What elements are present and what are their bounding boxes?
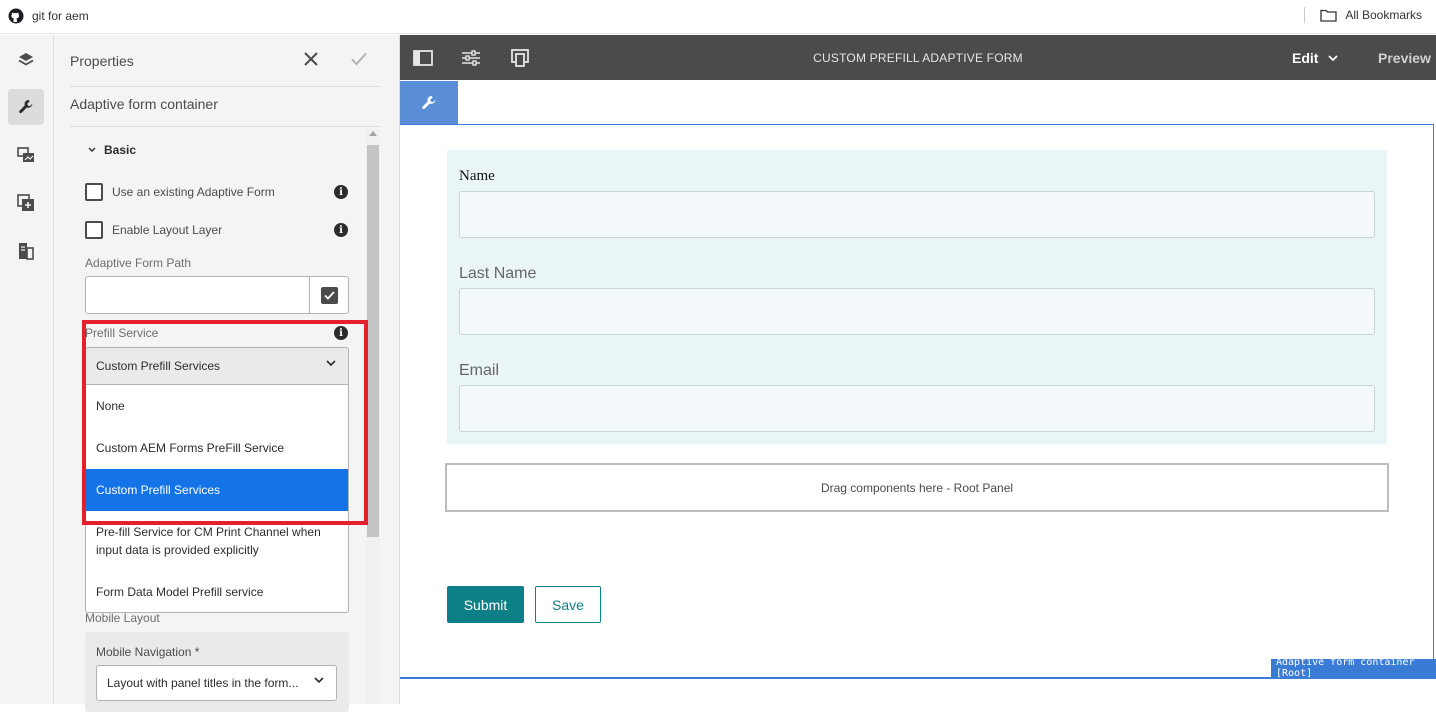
all-bookmarks-button[interactable]: All Bookmarks (1320, 8, 1422, 22)
bookmark-git-for-aem[interactable]: git for aem (8, 8, 89, 24)
info-icon[interactable]: i (334, 223, 348, 237)
option-custom-prefill-services[interactable]: Custom Prefill Services (86, 469, 348, 511)
folder-icon (1320, 9, 1337, 22)
name-label: Name (459, 168, 495, 184)
option-none[interactable]: None (86, 385, 348, 427)
chevron-down-icon (1328, 54, 1339, 61)
enable-layout-layer-checkbox-row[interactable]: Enable Layout Layer (85, 221, 222, 239)
last-name-input[interactable] (459, 288, 1375, 335)
editor-canvas: Name Last Name Email Drag components her… (400, 80, 1436, 704)
option-form-data-model-prefill[interactable]: Form Data Model Prefill service (86, 571, 348, 613)
divider (70, 86, 380, 87)
edit-label: Edit (1292, 50, 1319, 66)
chevron-down-icon (314, 677, 324, 684)
layers-icon[interactable] (8, 42, 44, 78)
checkbox-label: Use an existing Adaptive Form (112, 185, 275, 199)
name-input[interactable] (459, 191, 1375, 238)
bookmark-label: git for aem (32, 9, 89, 23)
bookmarks-divider (1304, 7, 1305, 23)
all-bookmarks-label: All Bookmarks (1345, 8, 1422, 22)
chevron-down-icon (326, 360, 336, 367)
mobile-layout-group: Mobile Navigation * Layout with panel ti… (85, 632, 349, 712)
configure-wrench-icon[interactable] (400, 81, 458, 124)
divider (70, 126, 380, 127)
side-panel-toggle-icon[interactable] (412, 47, 434, 69)
save-button[interactable]: Save (535, 586, 601, 623)
select-value: Layout with panel titles in the form... (107, 676, 299, 690)
last-name-label: Last Name (459, 265, 537, 282)
use-existing-form-checkbox-row[interactable]: Use an existing Adaptive Form (85, 183, 275, 201)
mobile-layout-label: Mobile Layout (85, 611, 160, 625)
content-tree-icon[interactable] (8, 233, 44, 269)
option-custom-aem-forms-prefill[interactable]: Custom AEM Forms PreFill Service (86, 427, 348, 469)
edit-mode-dropdown[interactable]: Edit (1292, 50, 1339, 66)
done-check-icon[interactable] (349, 49, 369, 69)
page-properties-icon[interactable] (460, 47, 482, 69)
emulator-icon[interactable] (509, 47, 531, 69)
mobile-navigation-label: Mobile Navigation * (96, 645, 200, 659)
root-container-badge[interactable]: Adaptive form container [Root] (1271, 657, 1436, 679)
email-label: Email (459, 362, 500, 379)
select-value: Custom Prefill Services (96, 359, 221, 373)
info-icon[interactable]: i (334, 185, 348, 199)
page-title: CUSTOM PREFILL ADAPTIVE FORM (813, 51, 1023, 65)
github-icon (8, 8, 24, 24)
basic-section-toggle[interactable]: Basic (88, 143, 136, 157)
component-type: Adaptive form container (70, 96, 218, 112)
close-icon[interactable] (301, 49, 321, 69)
scroll-up-arrow-icon[interactable] (369, 131, 377, 136)
prefill-service-options: None Custom AEM Forms PreFill Service Cu… (85, 385, 349, 613)
submit-button[interactable]: Submit (447, 586, 524, 623)
side-rail (0, 35, 54, 704)
enable-layout-layer-checkbox[interactable] (85, 221, 103, 239)
chevron-down-icon (88, 147, 96, 152)
properties-scrollbar[interactable] (366, 129, 380, 704)
editor-toolbar: CUSTOM PREFILL ADAPTIVE FORM Edit Previe… (400, 35, 1436, 80)
option-cm-print-channel[interactable]: Pre-fill Service for CM Print Channel wh… (86, 511, 348, 571)
browse-path-button[interactable] (310, 276, 349, 314)
section-title: Basic (104, 143, 137, 157)
use-existing-form-checkbox[interactable] (85, 183, 103, 201)
properties-title: Properties (70, 53, 134, 69)
checkbox-label: Enable Layout Layer (112, 223, 223, 237)
form-fields-panel: Name Last Name Email (447, 150, 1387, 444)
checkmark-icon (320, 286, 338, 304)
prefill-service-label: Prefill Service (85, 326, 159, 340)
properties-panel: Properties Adaptive form container Basic… (54, 35, 400, 712)
prefill-service-select[interactable]: Custom Prefill Services (85, 347, 349, 385)
assets-icon[interactable] (8, 137, 44, 173)
preview-button[interactable]: Preview (1378, 50, 1431, 66)
mobile-navigation-select[interactable]: Layout with panel titles in the form... (96, 665, 337, 701)
form-path-input[interactable] (85, 276, 310, 314)
bookmarks-bar: git for aem All Bookmarks (0, 0, 1436, 34)
form-path-label: Adaptive Form Path (85, 256, 192, 270)
components-icon[interactable] (8, 185, 44, 221)
scrollbar-thumb[interactable] (367, 145, 379, 537)
wrench-icon[interactable] (8, 89, 44, 125)
info-icon[interactable]: i (334, 326, 348, 340)
email-input[interactable] (459, 385, 1375, 432)
root-panel-drop-zone[interactable]: Drag components here - Root Panel (445, 463, 1389, 512)
